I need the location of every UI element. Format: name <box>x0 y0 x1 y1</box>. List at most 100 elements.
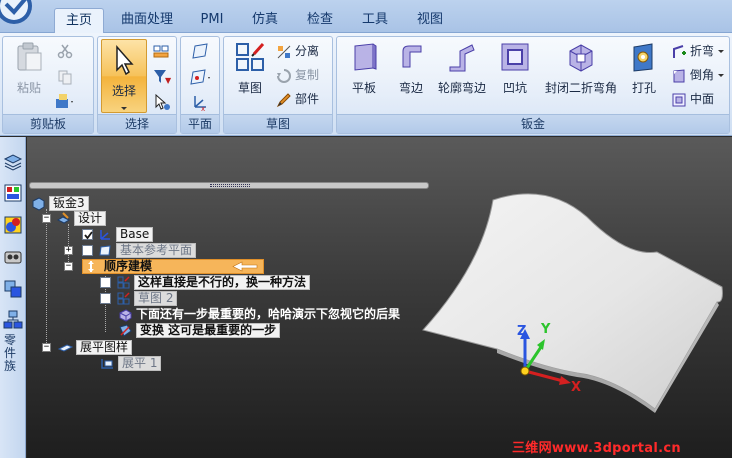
sheet-metal-part-icon <box>32 197 45 211</box>
flange-button[interactable]: 弯边 <box>391 41 431 96</box>
cut-icon[interactable] <box>57 43 73 59</box>
tree-item-sketch-1[interactable]: 这样直接是不行的，换一种方法 <box>116 275 311 290</box>
tab-tools[interactable]: 工具 <box>355 8 395 33</box>
application-menu-icon[interactable] <box>0 0 44 30</box>
tab-simulation[interactable]: 仿真 <box>245 8 285 33</box>
collapse-toggle[interactable]: − <box>42 214 51 223</box>
chamfer-button[interactable]: 倒角 <box>671 65 724 85</box>
midsurface-label: 中面 <box>690 92 715 106</box>
tree-item-sequential-modeling[interactable]: 顺序建模 <box>82 259 264 274</box>
part-button[interactable]: 部件 <box>276 89 319 109</box>
dimple-label: 凹坑 <box>502 81 527 95</box>
part-pen-icon <box>276 92 291 107</box>
tree-item-transform[interactable]: 变换 这可是最重要的一步 <box>118 323 281 338</box>
contour-flange-button[interactable]: 轮廓弯边 <box>435 41 489 96</box>
svg-text:x: x <box>201 105 205 111</box>
sketch-button[interactable]: 草图 <box>230 41 270 96</box>
color-palette-icon[interactable] <box>3 215 23 235</box>
family-of-parts-tab[interactable]: 零件族 <box>4 334 22 373</box>
collapse-toggle[interactable]: − <box>64 262 73 271</box>
copy-sketch-button[interactable]: 复制 <box>276 65 319 85</box>
axis-z-label: Z <box>517 324 527 339</box>
chevron-down-icon <box>717 50 724 53</box>
sketch2-visibility-checkbox[interactable] <box>100 293 111 304</box>
hole-button[interactable]: 打孔 <box>627 41 661 96</box>
tab-inspect[interactable]: 检查 <box>300 8 340 33</box>
tab-flat-button[interactable]: 平板 <box>343 41 385 96</box>
tree-item-sketch-2-label: 草图 2 <box>134 291 178 306</box>
tab-surfacing[interactable]: 曲面处理 <box>113 8 181 33</box>
feature-library-icon[interactable] <box>3 183 23 203</box>
family-of-parts-icon[interactable] <box>3 310 23 330</box>
select-tools-icon[interactable] <box>153 93 171 111</box>
ribbon-tab-bar: 主页 曲面处理 PMI 仿真 检查 工具 视图 <box>0 0 732 34</box>
transform-icon <box>119 324 132 337</box>
layers-icon[interactable] <box>3 152 23 172</box>
tab-home[interactable]: 主页 <box>54 8 104 34</box>
tree-item-sketch-1-label: 这样直接是不行的，换一种方法 <box>134 275 311 290</box>
pathfinder-splitter[interactable] <box>29 182 429 189</box>
tree-item-sketch-2[interactable]: 草图 2 <box>116 291 178 306</box>
flat-pattern-icon <box>58 344 73 352</box>
tree-item-flange-label: 下面还有一步最重要的，哈哈演示下忽视它的后果 <box>136 307 401 321</box>
sheetmetal-group: 平板 弯边 轮廓弯边 凹坑 封闭二折弯角 打孔 折弯 倒角 中面 钣金 <box>336 36 730 134</box>
left-toolbar: 零件族 <box>0 137 26 458</box>
flatten-icon <box>101 359 113 369</box>
item1-visibility-checkbox[interactable] <box>100 277 111 288</box>
dimple-button[interactable]: 凹坑 <box>495 41 535 96</box>
ref-planes-visibility-checkbox[interactable] <box>82 245 93 256</box>
axis-y-label: Y <box>541 322 551 337</box>
base-visibility-checkbox[interactable] <box>82 229 93 240</box>
expand-toggle[interactable]: + <box>64 246 73 255</box>
format-painter-icon[interactable] <box>55 93 75 109</box>
close-corner-label: 封闭二折弯角 <box>544 81 617 95</box>
select-box-icon[interactable] <box>153 43 169 59</box>
plane-normal-icon[interactable] <box>189 69 213 85</box>
tree-item-flange[interactable]: 下面还有一步最重要的，哈哈演示下忽视它的后果 <box>118 307 426 322</box>
clipboard-group-label: 剪贴板 <box>3 114 93 133</box>
watermark: 三维网www.3dportal.cn <box>512 441 681 456</box>
fold-button[interactable]: 折弯 <box>671 41 724 61</box>
copy-icon[interactable] <box>57 69 73 85</box>
chevron-down-icon <box>717 74 724 77</box>
part-label: 部件 <box>295 92 320 106</box>
assembly-icon[interactable] <box>3 279 23 299</box>
tree-item-flat-pattern[interactable]: 展平图样 <box>58 340 133 355</box>
split-button[interactable]: 分离 <box>276 41 319 61</box>
tree-item-reference-planes[interactable]: 基本参考平面 <box>98 243 197 258</box>
reference-plane-icon <box>99 245 111 256</box>
chevron-down-icon <box>121 106 127 110</box>
sketch-icon <box>236 42 265 71</box>
sensor-icon[interactable] <box>3 247 23 267</box>
hole-icon <box>633 43 653 72</box>
rollback-marker-icon[interactable] <box>232 261 258 272</box>
plane-group: x 平面 <box>180 36 220 134</box>
flat-label: 平板 <box>351 81 376 95</box>
splitter-grip-icon[interactable] <box>210 184 250 187</box>
midsurface-button[interactable]: 中面 <box>671 89 714 109</box>
flange-icon <box>402 45 422 68</box>
coordinate-system-icon <box>100 230 110 240</box>
tree-root[interactable]: 钣金3 <box>31 196 89 211</box>
close-corner-icon <box>569 44 593 72</box>
tree-item-design[interactable]: 设计 <box>56 211 107 226</box>
close-corner-button[interactable]: 封闭二折弯角 <box>539 41 623 96</box>
select-button[interactable]: 选择 <box>101 39 147 113</box>
tab-pmi[interactable]: PMI <box>194 8 230 33</box>
coordinate-system-icon[interactable]: x <box>191 93 209 111</box>
tree-item-flatten-1[interactable]: 展平 1 <box>100 356 162 371</box>
flat-plate-icon <box>354 43 377 71</box>
split-label: 分离 <box>295 44 320 58</box>
tree-item-base[interactable]: Base <box>98 227 154 242</box>
tree-item-design-label: 设计 <box>74 211 107 226</box>
flange-label: 弯边 <box>398 81 423 95</box>
tree-item-flat-pattern-label: 展平图样 <box>76 340 133 355</box>
filter-icon[interactable]: ▼ <box>153 69 171 85</box>
tree-item-transform-label: 变换 这可是最重要的一步 <box>136 323 281 338</box>
design-icon <box>56 212 71 224</box>
paste-button[interactable]: 粘贴 <box>9 41 49 96</box>
tab-view[interactable]: 视图 <box>410 8 450 33</box>
coincident-plane-icon[interactable] <box>191 43 209 59</box>
copy-sketch-label: 复制 <box>295 68 320 82</box>
collapse-toggle[interactable]: − <box>42 343 51 352</box>
